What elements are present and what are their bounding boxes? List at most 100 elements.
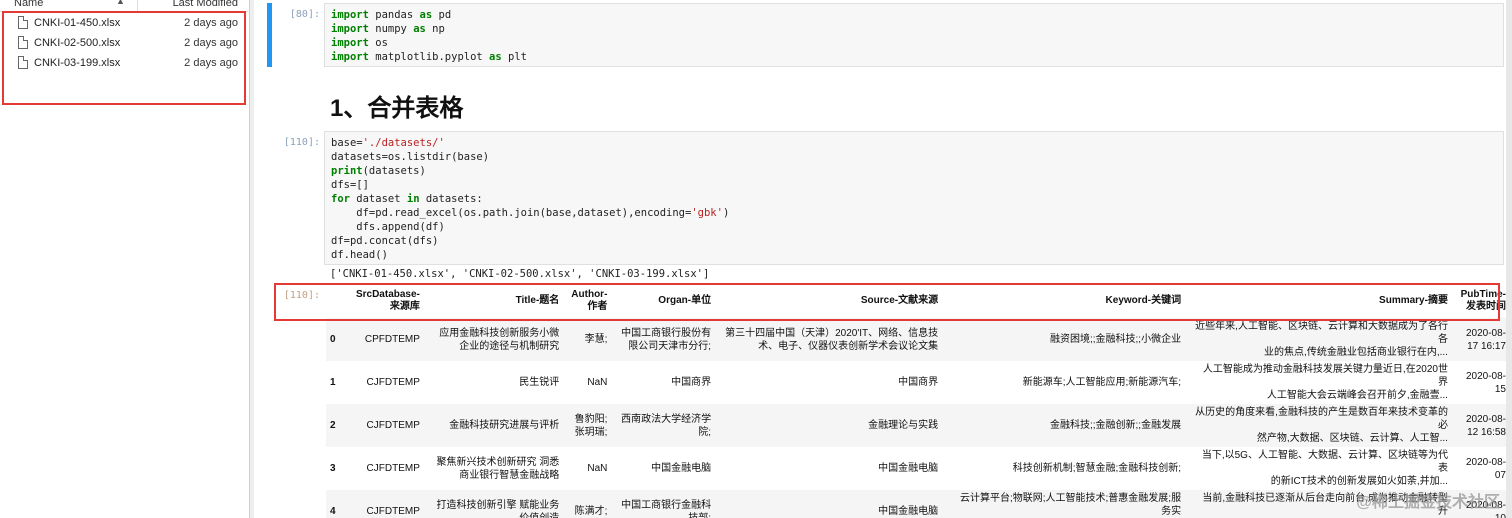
table-cell: 2020-08- 07 — [1454, 447, 1512, 490]
file-browser-panel: Name ▲ Last Modified CNKI-01-450.xlsx 2 … — [0, 0, 250, 518]
table-cell-line: 15 — [1494, 383, 1506, 395]
table-cell-line: 中国工商银行股份有 — [621, 327, 712, 339]
table-cell: 民生锐评 — [426, 361, 565, 404]
table-cell: 金融理论与实践 — [717, 404, 944, 447]
table-cell-line: 李慧; — [584, 334, 608, 345]
table-cell-line: 近些年来,人工智能、区块链、云计算和大数据成为了各行各 — [1195, 321, 1448, 345]
table-cell: CJFDTEMP — [350, 490, 426, 518]
jupyterlab-window: Name ▲ Last Modified CNKI-01-450.xlsx 2 … — [0, 0, 1512, 518]
table-cell-line: CJFDTEMP — [366, 420, 420, 431]
stdout-output: ['CNKI-01-450.xlsx', 'CNKI-02-500.xlsx',… — [330, 268, 710, 280]
table-cell-line: 张玥瑞; — [574, 426, 608, 438]
table-cell-line: NaN — [587, 463, 608, 474]
input-prompt: [80]: — [289, 9, 320, 20]
table-cell: 陈满才; — [565, 490, 613, 518]
table-cell: 中国金融电脑 — [613, 447, 717, 490]
table-cell-line: 业的焦点,传统金融业包括商业银行在内,... — [1264, 347, 1448, 358]
table-cell-line: CPFDTEMP — [364, 334, 420, 345]
code-cell-load-datasets[interactable]: base='./datasets/' datasets=os.listdir(b… — [324, 131, 1504, 265]
table-cell-line: CJFDTEMP — [366, 506, 420, 517]
table-row: 1 CJFDTEMP 民生锐评 NaN 中国商界 中国商界 新能源车;人工智能应用;新能源汽… — [326, 361, 1512, 404]
table-cell-line: 陈满才; — [574, 506, 608, 517]
table-cell: 科技创新机制;智慧金融;金融科技创新; — [944, 447, 1187, 490]
table-cell-line: 从历史的角度来看,金融科技的产生是数百年来技术变革的必 — [1195, 407, 1448, 431]
watermark: @稀土掘金技术社区 — [1356, 494, 1500, 511]
table-cell: CJFDTEMP — [350, 361, 426, 404]
table-cell-line: CJFDTEMP — [366, 377, 420, 388]
row-index: 2 — [330, 420, 336, 431]
table-row: 4 CJFDTEMP 打造科技创新引擎 赋能业务 价值创造 陈满才; 中国工商银行金融科技… — [326, 490, 1512, 518]
table-cell-line: 中国商界 — [898, 377, 939, 388]
table-cell-line: 鲁豹阳; — [574, 413, 608, 425]
table-cell-line: 科技创新机制;智慧金融;金融科技创新; — [1012, 463, 1182, 474]
table-cell-line: 12 16:58 — [1467, 426, 1506, 438]
table-cell-line: 第三十四届中国（天津）2020'IT、网络、信息技 — [725, 327, 939, 339]
table-cell: NaN — [565, 447, 613, 490]
name-column-header[interactable]: Name — [14, 0, 43, 9]
table-cell: 第三十四届中国（天津）2020'IT、网络、信息技 术、电子、仪器仪表创新学术会议… — [717, 318, 944, 361]
table-cell-line: 聚焦新兴技术创新研究 洞悉 — [436, 456, 560, 468]
table-cell-line: 中国工商银行金融科 — [621, 499, 712, 511]
row-index: 0 — [330, 334, 336, 345]
table-cell-line: 中国金融电脑 — [878, 506, 939, 517]
table-cell-line: 融资困境;;金融科技;;小微企业 — [1049, 334, 1182, 345]
table-cell-line: 新能源车;人工智能应用;新能源汽车; — [1022, 377, 1182, 388]
table-cell: 中国工商银行金融科 技部; — [613, 490, 717, 518]
table-cell: 融资困境;;金融科技;;小微企业 — [944, 318, 1187, 361]
table-cell-line: 限公司天津市分行; — [628, 340, 712, 352]
table-cell: 2020-08- 12 16:58 — [1454, 404, 1512, 447]
table-cell-line: 2020-08- — [1465, 456, 1506, 468]
table-cell-line: 人工智能大会云端峰会召开前夕,金融壹... — [1266, 390, 1448, 401]
row-index: 4 — [330, 506, 336, 517]
table-cell: NaN — [565, 361, 613, 404]
row-index: 1 — [330, 377, 336, 388]
notebook-panel: [80]: import pandas as pd import numpy a… — [254, 0, 1512, 518]
table-cell: 金融科技;;金融创新;;金融发展 — [944, 404, 1187, 447]
scrollbar[interactable] — [1506, 0, 1512, 518]
table-cell-line: 人工智能成为推动金融科技发展关键力量近日,在2020世界 — [1202, 364, 1448, 388]
table-cell: 从历史的角度来看,金融科技的产生是数百年来技术变革的必然产物,大数据、区块链、云… — [1187, 404, 1454, 447]
table-cell-line: 2020-08- — [1465, 370, 1506, 382]
table-cell-line: 10 — [1494, 512, 1506, 518]
table-cell: 云计算平台;物联网;人工智能技术;普惠金融发展;服务实体经济;工作体制机制;产学… — [944, 490, 1187, 518]
table-cell-line: 中国金融电脑 — [651, 463, 712, 474]
table-cell: 近些年来,人工智能、区块链、云计算和大数据成为了各行各业的焦点,传统金融业包括商… — [1187, 318, 1454, 361]
table-cell-line: 中国商界 — [671, 377, 712, 388]
code-cell-imports[interactable]: import pandas as pd import numpy as np i… — [324, 3, 1504, 67]
table-cell-line: 院; — [698, 426, 712, 438]
table-cell-line: 术、电子、仪器仪表创新学术会议论文集 — [758, 340, 939, 352]
table-cell-line: NaN — [587, 377, 608, 388]
table-cell-line: 金融理论与实践 — [868, 420, 939, 431]
table-cell-line: 当下,以5G、人工智能、大数据、云计算、区块链等为代表 — [1201, 450, 1448, 474]
table-cell: 2020-08- 17 16:17 — [1454, 318, 1512, 361]
table-cell-line: 2020-08- — [1465, 327, 1506, 339]
table-cell-line: 西南政法大学经济学 — [621, 413, 712, 425]
table-cell: 中国工商银行股份有 限公司天津市分行; — [613, 318, 717, 361]
table-cell-line: 民生锐评 — [519, 377, 560, 388]
table-cell-line: 07 — [1494, 469, 1506, 481]
table-cell: 当下,以5G、人工智能、大数据、云计算、区块链等为代表的新ICT技术的创新发展如… — [1187, 447, 1454, 490]
table-cell: 鲁豹阳; 张玥瑞; — [565, 404, 613, 447]
highlight-box-files — [2, 11, 246, 105]
row-index: 3 — [330, 463, 336, 474]
table-cell: CJFDTEMP — [350, 404, 426, 447]
sort-ascending-icon[interactable]: ▲ — [116, 0, 125, 6]
table-cell: 打造科技创新引擎 赋能业务 价值创造 — [426, 490, 565, 518]
table-cell-line: 金融科技研究进展与评析 — [449, 420, 560, 431]
last-modified-column-header[interactable]: Last Modified — [173, 0, 238, 9]
table-cell: 应用金融科技创新服务小微 企业的途径与机制研究 — [426, 318, 565, 361]
table-cell: 人工智能成为推动金融科技发展关键力量近日,在2020世界人工智能大会云端峰会召开… — [1187, 361, 1454, 404]
table-row: 3 CJFDTEMP 聚焦新兴技术创新研究 洞悉 商业银行智慧金融战略 NaN 中国金融电… — [326, 447, 1512, 490]
table-cell-line: 价值创造 — [519, 512, 560, 518]
markdown-heading: 1、合并表格 — [330, 95, 464, 122]
table-cell: 新能源车;人工智能应用;新能源汽车; — [944, 361, 1187, 404]
table-cell: 中国金融电脑 — [717, 490, 944, 518]
table-cell-line: 然产物,大数据、区块链、云计算、人工智... — [1256, 433, 1448, 444]
table-cell-line: 技部; — [688, 512, 712, 518]
table-cell-line: 中国金融电脑 — [878, 463, 939, 474]
table-row: 0 CPFDTEMP 应用金融科技创新服务小微 企业的途径与机制研究 李慧; 中国工商银行… — [326, 318, 1512, 361]
table-cell-line: 的新ICT技术的创新发展如火如荼,并加... — [1270, 476, 1448, 487]
table-cell-line: 云计算平台;物联网;人工智能技术;普惠金融发展;服务实 — [959, 493, 1182, 517]
table-cell: CJFDTEMP — [350, 447, 426, 490]
table-cell: 西南政法大学经济学 院; — [613, 404, 717, 447]
